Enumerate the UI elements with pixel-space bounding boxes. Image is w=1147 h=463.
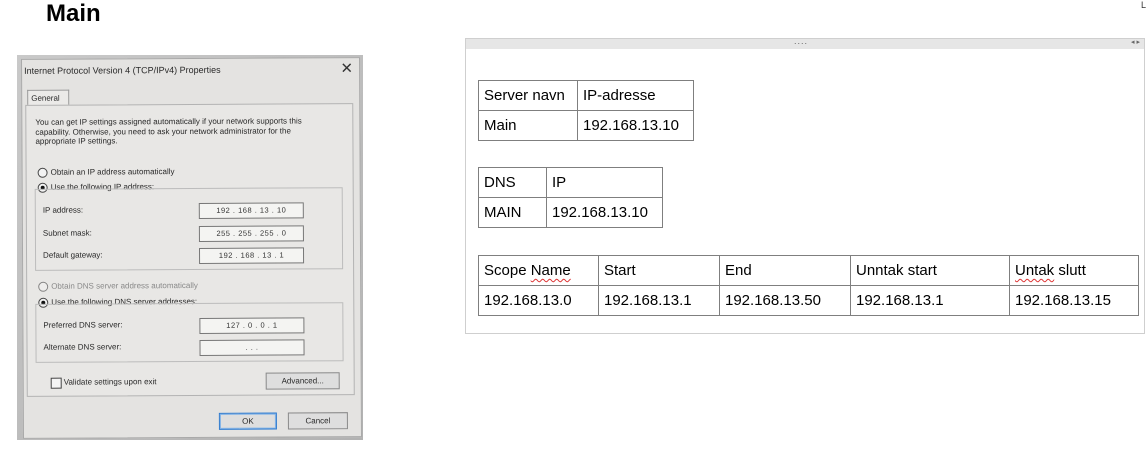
table-row: Main 192.168.13.10 (478, 110, 694, 141)
table-header-cell: Start (598, 255, 720, 286)
cancel-button[interactable]: Cancel (287, 412, 348, 430)
ip-address-field[interactable]: 192 . 168 . 13 . 10 (198, 202, 304, 219)
obtain-dns-auto-radio[interactable] (38, 281, 49, 292)
obtain-ip-auto-label: Obtain an IP address automatically (50, 167, 175, 177)
table-cell: MAIN (478, 197, 547, 228)
default-gateway-field[interactable]: 192 . 168 . 13 . 1 (198, 247, 305, 264)
table-cell: 192.168.13.50 (719, 285, 851, 316)
scope-table: Scope Name Start End Unntak start Untak … (478, 255, 1139, 316)
table-row: Scope Name Start End Unntak start Untak … (478, 255, 1139, 286)
table-cell: 192.168.13.1 (850, 285, 1010, 316)
alternate-dns-label: Alternate DNS server: (43, 342, 122, 352)
preferred-dns-label: Preferred DNS server: (43, 320, 123, 330)
tab-general[interactable]: General (27, 89, 70, 106)
table-cell: 192.168.13.10 (577, 110, 694, 141)
scope-name-header: Scope Name (484, 262, 571, 279)
untak-slutt-header: Untak slutt (1015, 262, 1086, 279)
page-title: Main (46, 0, 101, 27)
resize-arrows-icon[interactable]: ◂ ▸ (1131, 38, 1140, 46)
table-header-cell: IP-adresse (577, 80, 694, 111)
obtain-dns-auto-label: Obtain DNS server address automatically (51, 280, 198, 291)
intro-text: You can get IP settings assigned automat… (35, 116, 302, 146)
table-cell: 192.168.13.15 (1009, 285, 1139, 316)
drag-handle-icon[interactable]: .... (794, 36, 808, 46)
table-cell: 192.168.13.1 (598, 285, 720, 316)
table-header-cell: IP (546, 167, 663, 198)
ok-button[interactable]: OK (218, 412, 277, 430)
table-header-cell: End (719, 255, 851, 286)
server-table: Server navn IP-adresse Main 192.168.13.1… (478, 80, 694, 141)
table-header-cell: Unntak start (850, 255, 1010, 286)
alternate-dns-field[interactable]: . . . (199, 339, 305, 356)
table-cell: 192.168.13.0 (478, 285, 599, 316)
dns-table: DNS IP MAIN 192.168.13.10 (478, 167, 663, 228)
obtain-ip-auto-radio[interactable] (37, 167, 48, 178)
table-header-cell: Untak slutt (1009, 255, 1139, 286)
table-cell: Main (478, 110, 578, 141)
preferred-dns-field[interactable]: 127 . 0 . 0 . 1 (199, 317, 305, 334)
table-header-cell: DNS (478, 167, 547, 198)
dialog-title: Internet Protocol Version 4 (TCP/IPv4) P… (24, 64, 221, 76)
default-gateway-label: Default gateway: (43, 250, 103, 260)
table-row: 192.168.13.0 192.168.13.1 192.168.13.50 … (478, 285, 1139, 316)
advanced-button[interactable]: Advanced... (265, 372, 340, 390)
validate-label: Validate settings upon exit (63, 377, 157, 387)
table-header-cell: Server navn (478, 80, 578, 111)
ip-address-label: IP address: (42, 205, 84, 215)
table-row: MAIN 192.168.13.10 (478, 197, 663, 228)
notes-panel: .... ◂ ▸ Server navn IP-adresse Main 192… (465, 36, 1145, 334)
subnet-mask-field[interactable]: 255 . 255 . 255 . 0 (198, 225, 304, 242)
ipv4-properties-dialog: Internet Protocol Version 4 (TCP/IPv4) P… (21, 57, 362, 439)
table-row: Server navn IP-adresse (478, 80, 694, 111)
validate-checkbox[interactable] (50, 377, 62, 389)
general-tab-pane: You can get IP settings assigned automat… (25, 103, 355, 397)
table-header-cell: Scope Name (478, 255, 599, 286)
panel-drag-bar[interactable]: .... ◂ ▸ (466, 36, 1144, 49)
table-row: DNS IP (478, 167, 663, 198)
table-cell: 192.168.13.10 (546, 197, 663, 228)
subnet-mask-label: Subnet mask: (42, 228, 92, 238)
dialog-photo: Internet Protocol Version 4 (TCP/IPv4) P… (17, 55, 363, 440)
corner-mark: L (1140, 0, 1146, 10)
close-icon[interactable]: ✕ (340, 59, 353, 77)
